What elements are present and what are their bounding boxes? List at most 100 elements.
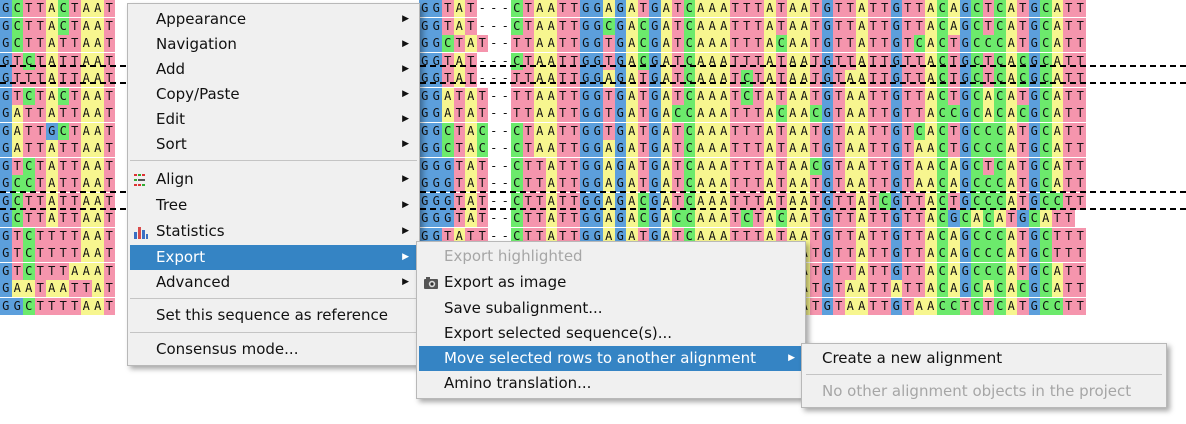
nucleotide-cell: T <box>1063 245 1075 262</box>
nucleotide-cell: T <box>741 17 753 35</box>
nucleotide-cell: T <box>1017 192 1029 210</box>
nucleotide-cell: - <box>499 105 511 122</box>
nucleotide-cell: G <box>442 175 454 192</box>
nucleotide-cell: T <box>511 70 523 87</box>
menu-item-sort[interactable]: Sort ▶ <box>130 132 417 157</box>
nucleotide-cell: T <box>752 122 764 140</box>
nucleotide-cell: A <box>92 17 104 35</box>
nucleotide-cell: C <box>971 87 983 105</box>
nucleotide-cell: T <box>844 17 856 35</box>
menu-item-export-as-image[interactable]: Export as image <box>419 270 803 295</box>
nucleotide-cell: T <box>741 105 753 122</box>
nucleotide-cell: T <box>34 280 46 297</box>
nucleotide-cell: A <box>660 175 672 192</box>
nucleotide-cell: T <box>879 17 891 35</box>
nucleotide-cell: T <box>34 35 46 52</box>
nucleotide-cell: C <box>775 105 787 122</box>
nucleotide-cell: C <box>913 122 925 140</box>
nucleotide-cell: G <box>419 140 431 157</box>
nucleotide-cell: T <box>23 140 35 157</box>
nucleotide-cell: G <box>649 210 661 227</box>
menu-item-copy-paste[interactable]: Copy/Paste ▶ <box>130 82 417 107</box>
nucleotide-cell: A <box>11 140 23 157</box>
nucleotide-cell: A <box>660 157 672 175</box>
nucleotide-cell: T <box>948 87 960 105</box>
nucleotide-cell: A <box>92 175 104 192</box>
nucleotide-cell: T <box>1017 0 1029 17</box>
menu-item-move-rows[interactable]: Move selected rows to another alignment ▶ <box>419 346 803 371</box>
nucleotide-cell: T <box>867 297 879 315</box>
nucleotide-cell: C <box>511 140 523 157</box>
menu-item-advanced[interactable]: Advanced ▶ <box>130 270 417 295</box>
nucleotide-cell: G <box>580 157 592 175</box>
nucleotide-cell: A <box>948 262 960 280</box>
nucleotide-cell: T <box>1063 262 1075 280</box>
nucleotide-cell: A <box>626 175 638 192</box>
nucleotide-cell: A <box>1005 297 1017 315</box>
nucleotide-cell: T <box>752 140 764 157</box>
nucleotide-cell: A <box>844 297 856 315</box>
submenu-arrow-icon: ▶ <box>402 64 409 74</box>
nucleotide-cell: G <box>430 0 442 17</box>
nucleotide-cell: T <box>810 280 822 297</box>
nucleotide-cell: A <box>856 227 868 245</box>
nucleotide-cell: A <box>787 140 799 157</box>
nucleotide-cell: C <box>994 122 1006 140</box>
menu-item-add[interactable]: Add ▶ <box>130 57 417 82</box>
nucleotide-cell: T <box>23 122 35 140</box>
nucleotide-cell: T <box>1074 35 1086 52</box>
nucleotide-cell: A <box>1051 280 1063 297</box>
menu-item-appearance[interactable]: Appearance ▶ <box>130 7 417 32</box>
menu-item-save-subalignment[interactable]: Save subalignment... <box>419 296 803 321</box>
nucleotide-cell: T <box>11 87 23 105</box>
nucleotide-cell: C <box>994 227 1006 245</box>
nucleotide-cell: T <box>879 87 891 105</box>
nucleotide-cell: G <box>580 105 592 122</box>
nucleotide-cell: - <box>488 210 500 227</box>
nucleotide-cell: A <box>660 122 672 140</box>
nucleotide-cell: C <box>982 192 994 210</box>
nucleotide-cell: T <box>69 157 81 175</box>
nucleotide-cell: T <box>1063 175 1075 192</box>
nucleotide-cell: T <box>442 17 454 35</box>
nucleotide-cell: T <box>34 105 46 122</box>
menu-item-set-reference[interactable]: Set this sequence as reference <box>130 303 417 328</box>
nucleotide-cell: A <box>787 17 799 35</box>
nucleotide-cell: T <box>34 210 46 227</box>
submenu-arrow-icon: ▶ <box>402 200 409 210</box>
nucleotide-cell: - <box>488 140 500 157</box>
menu-item-create-new-alignment[interactable]: Create a new alignment <box>804 346 1164 371</box>
menu-item-consensus-mode[interactable]: Consensus mode... <box>130 337 417 362</box>
nucleotide-cell: G <box>890 35 902 52</box>
nucleotide-cell: T <box>867 140 879 157</box>
menu-item-statistics[interactable]: Statistics ▶ <box>130 219 417 244</box>
nucleotide-cell: A <box>46 70 58 87</box>
nucleotide-cell: T <box>879 122 891 140</box>
menu-item-edit[interactable]: Edit ▶ <box>130 107 417 132</box>
nucleotide-cell: C <box>511 175 523 192</box>
nucleotide-cell: C <box>1040 70 1052 87</box>
nucleotide-cell: A <box>92 157 104 175</box>
nucleotide-cell: A <box>856 297 868 315</box>
nucleotide-cell: C <box>936 70 948 87</box>
menu-item-export[interactable]: Export ▶ <box>130 245 417 270</box>
nucleotide-cell: T <box>752 70 764 87</box>
menu-item-amino-translation[interactable]: Amino translation... <box>419 371 803 396</box>
nucleotide-cell: G <box>591 192 603 210</box>
nucleotide-cell: A <box>1051 17 1063 35</box>
nucleotide-cell: T <box>568 157 580 175</box>
nucleotide-cell: G <box>614 210 626 227</box>
nucleotide-cell: T <box>103 280 115 297</box>
nucleotide-cell: A <box>46 105 58 122</box>
nucleotide-cell: T <box>453 175 465 192</box>
menu-separator <box>130 298 417 299</box>
nucleotide-cell: A <box>603 70 615 87</box>
menu-item-align[interactable]: Align ▶ <box>130 167 417 192</box>
nucleotide-cell: T <box>46 297 58 315</box>
nucleotide-cell: A <box>925 17 937 35</box>
menu-item-export-selected-sequences[interactable]: Export selected sequence(s)... <box>419 321 803 346</box>
nucleotide-cell: T <box>476 35 488 52</box>
nucleotide-cell: C <box>971 175 983 192</box>
menu-item-navigation[interactable]: Navigation ▶ <box>130 32 417 57</box>
menu-item-tree[interactable]: Tree ▶ <box>130 193 417 218</box>
